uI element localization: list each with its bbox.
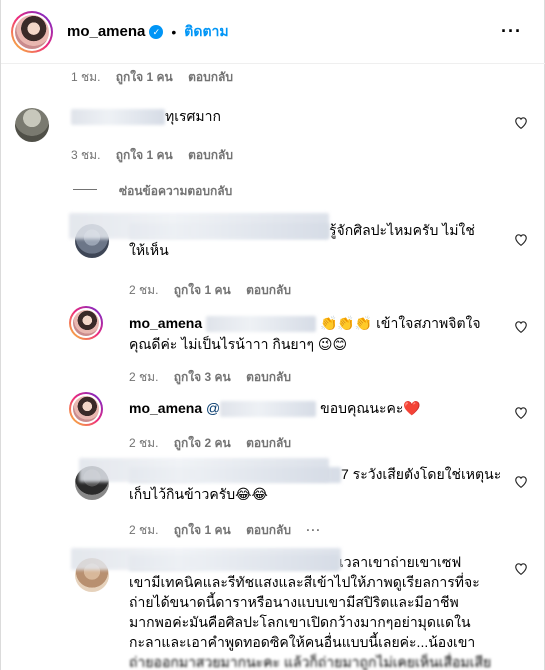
reply-body-line: ถ่ายได้ขนาดนี้ดาราหรือนางแบบเขามีสปิริตแ… <box>129 594 459 610</box>
reply-likes[interactable]: ถูกใจ 2 คน <box>174 436 231 450</box>
header-username[interactable]: mo_amena <box>67 23 145 40</box>
reply-username[interactable]: mo_amena <box>129 315 202 331</box>
clap-emoji: 👏👏👏 <box>319 316 373 332</box>
comment-time[interactable]: 1 ชม. <box>71 70 100 84</box>
comment-likes[interactable]: ถูกใจ 1 คน <box>116 70 173 84</box>
like-heart-icon[interactable] <box>514 475 528 489</box>
post-header: mo_amena ✓ • ติดตาม <box>1 0 545 64</box>
like-heart-icon[interactable] <box>514 562 528 576</box>
hide-replies-line <box>73 189 97 190</box>
reply-meta: 2 ชม. ถูกใจ 3 คน ตอบกลับ <box>129 368 303 387</box>
reply-time[interactable]: 2 ชม. <box>129 283 158 297</box>
comment-text: ทุเรศมาก <box>71 106 221 126</box>
reply-likes[interactable]: ถูกใจ 3 คน <box>174 370 231 384</box>
reply-button[interactable]: ตอบกลับ <box>188 70 233 84</box>
reply-time[interactable]: 2 ชม. <box>129 370 158 384</box>
reply-body-line: กะลาและเอาคำพูดทอดซิคให้คนอื่นแบบนี้เลยค… <box>129 634 476 650</box>
reply-body-line: คุณดีค่ะ ไม่เป็นไรน้าาา กินยาๆ <box>129 336 314 352</box>
comment-meta: 1 ชม. ถูกใจ 1 คน ตอบกลับ <box>71 68 245 87</box>
reply-text: mo_amena @ ขอบคุณนะคะ❤️ <box>129 398 421 419</box>
reply-meta: 2 ชม. ถูกใจ 2 คน ตอบกลับ <box>129 434 303 453</box>
reply-body-line: เข้าใจสภาพจิตใจ <box>376 315 481 331</box>
like-heart-icon[interactable] <box>514 406 528 420</box>
author-avatar[interactable] <box>69 392 103 426</box>
header-avatar[interactable] <box>11 10 53 53</box>
blurred-mention <box>206 316 317 333</box>
blurred-username-overlay <box>71 548 341 571</box>
reply-body-line: 7 ระวังเสียตังโดยใช่เหตุนะ <box>341 466 502 482</box>
reply-more-icon[interactable]: ··· <box>306 523 321 537</box>
like-heart-icon[interactable] <box>514 233 528 247</box>
comment-time[interactable]: 3 ชม. <box>71 148 100 162</box>
header-separator: • <box>171 23 177 40</box>
reply-button[interactable]: ตอบกลับ <box>246 370 291 384</box>
reply-body-line: รู้จักศิลปะไหมครับ ไม่ใช่ <box>329 222 475 238</box>
like-heart-icon[interactable] <box>514 320 528 334</box>
comment-meta: 3 ชม. ถูกใจ 1 คน ตอบกลับ <box>71 146 245 165</box>
reply-body-line: มากพอค่ะมันคือศิลปะโลกเขาเปิดกว้างมากๆอย… <box>129 614 471 630</box>
laughing-emoji: 😂😂 <box>235 487 268 503</box>
reply-body-line: ให้เห็น <box>129 242 169 258</box>
more-options-icon[interactable]: ··· <box>501 22 522 40</box>
reply-likes[interactable]: ถูกใจ 1 คน <box>174 283 231 297</box>
reply-username[interactable]: mo_amena <box>129 400 202 416</box>
blurred-mention <box>220 401 317 418</box>
comment-likes[interactable]: ถูกใจ 1 คน <box>116 148 173 162</box>
reply-time[interactable]: 2 ชม. <box>129 523 158 537</box>
commenter-avatar[interactable] <box>15 108 49 142</box>
reply-meta: 2 ชม. ถูกใจ 1 คน ตอบกลับ ··· <box>129 521 333 540</box>
reply-text: mo_amena 👏👏👏 เข้าใจสภาพจิตใจ คุณดีค่ะ ไม… <box>129 313 481 355</box>
blurred-username-overlay <box>79 458 329 482</box>
reply-body-line: เก็บไว้กินข้าวครับ <box>129 486 236 502</box>
verified-badge-icon: ✓ <box>149 24 164 39</box>
reply-button[interactable]: ตอบกลับ <box>246 283 291 297</box>
reply-body-line: ขอบคุณนะคะ <box>320 400 404 416</box>
like-heart-icon[interactable] <box>514 116 528 130</box>
reply-button[interactable]: ตอบกลับ <box>188 148 233 162</box>
hide-replies-button[interactable]: ซ่อนข้อความตอบกลับ <box>119 182 232 201</box>
reply-meta: 2 ชม. ถูกใจ 1 คน ตอบกลับ <box>129 281 303 300</box>
reply-likes[interactable]: ถูกใจ 1 คน <box>174 523 231 537</box>
comment-body: ทุเรศมาก <box>165 108 221 124</box>
reply-body-line: เวลาเขาถ่ายเขาเซฟ <box>339 554 462 570</box>
reply-body-line: เขามีเทคนิคและรีทัชแสงและสีเข้าไปให้ภาพด… <box>129 574 480 590</box>
blurred-username-overlay <box>69 213 329 239</box>
author-avatar[interactable] <box>69 306 103 340</box>
follow-button[interactable]: ติดตาม <box>184 21 228 43</box>
reply-body-line: ถ่ายออกมาสวยมากนะคะ แล้วก็ถ่ายมาถูกไม่เค… <box>129 654 492 670</box>
wink-smile-emoji: 😉😊 <box>317 337 348 353</box>
blurred-username <box>71 109 165 126</box>
reply-time[interactable]: 2 ชม. <box>129 436 158 450</box>
reply-button[interactable]: ตอบกลับ <box>246 523 291 537</box>
reply-button[interactable]: ตอบกลับ <box>246 436 291 450</box>
mention-prefix[interactable]: @ <box>206 400 220 416</box>
red-heart-emoji: ❤️ <box>403 401 421 417</box>
